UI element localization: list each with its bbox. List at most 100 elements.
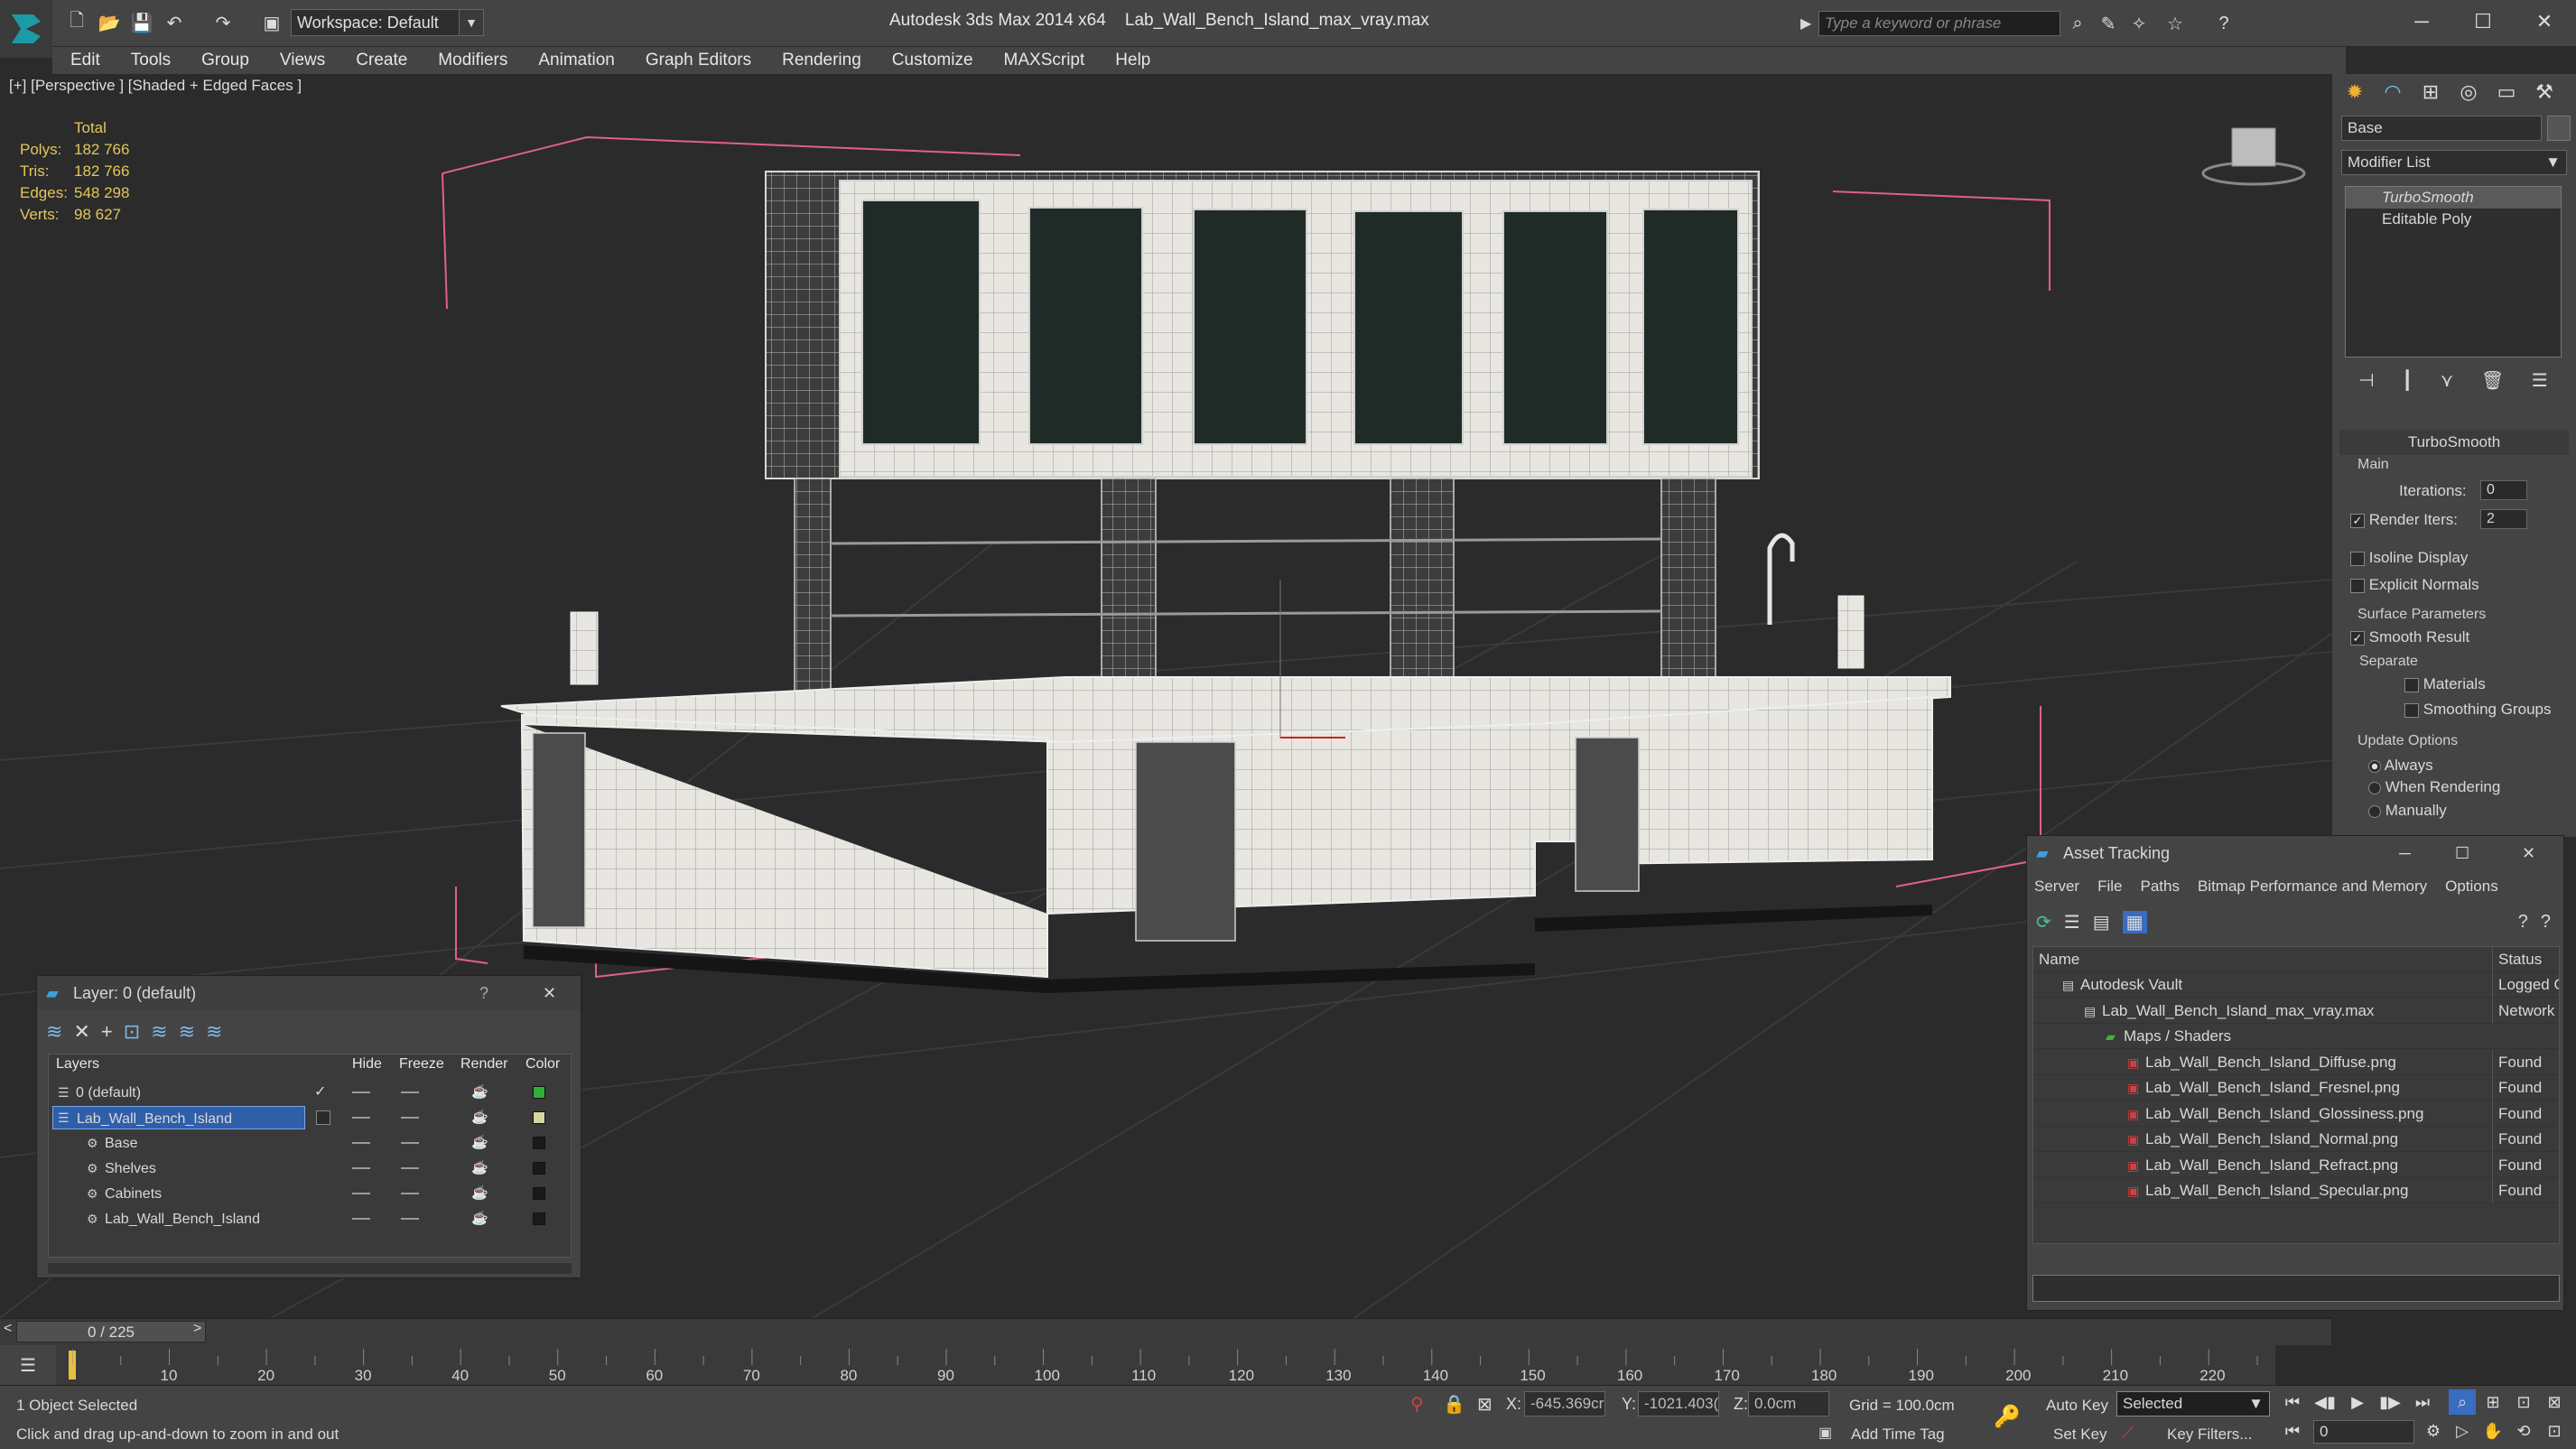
freeze-toggle[interactable] bbox=[401, 1218, 419, 1220]
layer-name[interactable]: 0 (default) bbox=[52, 1081, 305, 1104]
go-to-start-icon[interactable]: ⏮ bbox=[2279, 1389, 2306, 1415]
search-input[interactable]: Type a keyword or phrase bbox=[1818, 11, 2060, 36]
smoothing-groups-checkbox[interactable] bbox=[2404, 702, 2419, 718]
render-iters-spinner[interactable]: 2 bbox=[2480, 509, 2527, 529]
zoom-extents-icon[interactable]: ⊡ bbox=[2510, 1389, 2537, 1415]
menu-maxscript[interactable]: MAXScript bbox=[1004, 51, 1085, 70]
layer-row[interactable]: Base ⚙ ☕ bbox=[49, 1130, 571, 1156]
workspace-dropdown[interactable]: Workspace: Default bbox=[291, 9, 460, 36]
time-tag-icon[interactable]: ▣ bbox=[1818, 1424, 1832, 1442]
layer-row[interactable]: Shelves ⚙ ☕ bbox=[49, 1156, 571, 1181]
key-selection-dropdown[interactable]: Selected ▼ bbox=[2116, 1391, 2270, 1416]
orbit-icon[interactable]: ⟲ bbox=[2510, 1418, 2537, 1444]
layer-name[interactable]: Lab_Wall_Bench_Island bbox=[52, 1106, 305, 1129]
hide-toggle[interactable] bbox=[352, 1167, 370, 1169]
hide-toggle[interactable] bbox=[352, 1091, 370, 1093]
turbosmooth-rollout-header[interactable]: TurboSmooth bbox=[2339, 430, 2569, 455]
undo-icon[interactable]: ↶ bbox=[161, 9, 188, 36]
menu-rendering[interactable]: Rendering bbox=[782, 51, 861, 70]
zoom-all-icon[interactable]: ⊞ bbox=[2479, 1389, 2506, 1415]
make-current-checkbox[interactable] bbox=[316, 1110, 330, 1125]
hide-toggle[interactable] bbox=[352, 1218, 370, 1220]
lock-selection-icon[interactable]: 🔒 bbox=[1443, 1393, 1465, 1416]
prev-frame-icon[interactable]: < bbox=[4, 1321, 12, 1337]
render-teapot-icon[interactable]: ☕ bbox=[471, 1156, 488, 1181]
freeze-all-icon[interactable]: ≋ bbox=[206, 1020, 222, 1044]
delete-layer-icon[interactable]: ✕ bbox=[73, 1020, 89, 1044]
select-objects-icon[interactable]: ⊡ bbox=[124, 1020, 140, 1044]
col-color[interactable]: Color bbox=[525, 1056, 560, 1073]
layer-name[interactable]: Shelves bbox=[81, 1156, 334, 1180]
menu-group[interactable]: Group bbox=[201, 51, 249, 70]
tree-view-icon[interactable]: ▤ bbox=[2093, 911, 2110, 933]
set-keys-key-icon[interactable]: 🔑 bbox=[1994, 1404, 2021, 1430]
modifier-list-dropdown[interactable]: Modifier List ▼ bbox=[2341, 150, 2567, 175]
maximize-icon[interactable]: ☐ bbox=[2455, 836, 2469, 870]
zoom-extents-all-icon[interactable]: ⊠ bbox=[2541, 1389, 2568, 1415]
layer-row[interactable]: Cabinets ⚙ ☕ bbox=[49, 1181, 571, 1206]
iterations-spinner[interactable]: 0 bbox=[2480, 480, 2527, 500]
absolute-mode-icon[interactable]: ⊠ bbox=[1477, 1393, 1493, 1416]
asset-menu-options[interactable]: Options bbox=[2445, 878, 2498, 901]
help-icon[interactable]: ? bbox=[2210, 11, 2237, 36]
asset-window-titlebar[interactable]: ▰ Asset Tracking ─ ☐ ✕ bbox=[2027, 836, 2563, 870]
freeze-toggle[interactable] bbox=[401, 1167, 419, 1169]
search-help-icon[interactable]: ? bbox=[2541, 912, 2551, 933]
layer-row[interactable]: Lab_Wall_Bench_Island ☰ ☕ bbox=[49, 1105, 571, 1130]
object-color-swatch[interactable] bbox=[2547, 116, 2571, 141]
update-always-radio[interactable] bbox=[2368, 759, 2381, 773]
viewport-label[interactable]: [+] [Perspective ] [Shaded + Edged Faces… bbox=[9, 77, 302, 95]
z-coordinate-field[interactable]: 0.0cm bbox=[1748, 1391, 1829, 1416]
track-bar[interactable]: ☰ 10 20 30 40 50 60 70 80 90 100 110 120 130 140 150 16… bbox=[0, 1345, 2275, 1385]
layer-color-swatch[interactable] bbox=[533, 1212, 545, 1225]
key-mode-icon[interactable]: ⏮ bbox=[2279, 1418, 2306, 1444]
menu-help[interactable]: Help bbox=[1115, 51, 1150, 70]
asset-row[interactable]: ▤ Autodesk Vault Logged O bbox=[2033, 972, 2559, 998]
asset-row[interactable]: ▣ Lab_Wall_Bench_Island_Fresnel.png Found bbox=[2033, 1075, 2559, 1101]
asset-menu-bitmap[interactable]: Bitmap Performance and Memory bbox=[2198, 878, 2427, 901]
render-teapot-icon[interactable]: ☕ bbox=[471, 1080, 488, 1105]
col-render[interactable]: Render bbox=[460, 1056, 507, 1073]
layer-color-swatch[interactable] bbox=[533, 1086, 545, 1099]
search-arrow-icon[interactable]: ▶ bbox=[1800, 14, 1811, 33]
make-unique-icon[interactable]: ⋎ bbox=[2441, 369, 2454, 392]
next-frame-icon[interactable]: > bbox=[193, 1321, 201, 1337]
layer-row[interactable]: Lab_Wall_Bench_Island ⚙ ☕ bbox=[49, 1206, 571, 1231]
close-icon[interactable]: ✕ bbox=[543, 976, 556, 1010]
field-of-view-icon[interactable]: ▷ bbox=[2449, 1418, 2476, 1444]
explicit-normals-checkbox[interactable] bbox=[2350, 578, 2365, 593]
close-icon[interactable]: ✕ bbox=[2522, 836, 2535, 870]
table-view-icon[interactable]: ▦ bbox=[2122, 910, 2147, 933]
communication-icon[interactable]: ✧ bbox=[2125, 11, 2153, 36]
layer-color-swatch[interactable] bbox=[533, 1111, 545, 1124]
highlight-selected-icon[interactable]: ≋ bbox=[151, 1020, 167, 1044]
freeze-toggle[interactable] bbox=[401, 1091, 419, 1093]
current-frame-field[interactable]: 0 bbox=[2313, 1420, 2414, 1444]
smooth-result-checkbox[interactable] bbox=[2350, 630, 2365, 646]
layer-color-swatch[interactable] bbox=[533, 1187, 545, 1200]
open-file-icon[interactable]: 📂 bbox=[96, 9, 123, 36]
layer-row[interactable]: 0 (default) ☰ ☕ ✓ bbox=[49, 1080, 571, 1105]
asset-row[interactable]: ▣ Lab_Wall_Bench_Island_Normal.png Found bbox=[2033, 1127, 2559, 1152]
help-icon[interactable]: ? bbox=[479, 976, 488, 1010]
subscription-icon[interactable]: ✎ bbox=[2095, 11, 2122, 36]
freeze-toggle[interactable] bbox=[401, 1142, 419, 1144]
menu-customize[interactable]: Customize bbox=[892, 51, 973, 70]
render-teapot-icon[interactable]: ☕ bbox=[471, 1105, 488, 1130]
asset-menu-file[interactable]: File bbox=[2097, 878, 2122, 901]
viewcube-icon[interactable] bbox=[2201, 127, 2306, 186]
display-tab-icon[interactable]: ▭ bbox=[2489, 78, 2524, 107]
asset-row[interactable]: ▣ Lab_Wall_Bench_Island_Glossiness.png Fou… bbox=[2033, 1101, 2559, 1127]
utilities-tab-icon[interactable]: ⚒ bbox=[2527, 78, 2562, 107]
x-coordinate-field[interactable]: -645.369cr bbox=[1524, 1391, 1605, 1416]
minimize-icon[interactable]: ─ bbox=[2396, 7, 2447, 36]
motion-tab-icon[interactable]: ◎ bbox=[2451, 78, 2486, 107]
menu-graph-editors[interactable]: Graph Editors bbox=[646, 51, 751, 70]
maximize-icon[interactable]: ☐ bbox=[2458, 7, 2508, 36]
hide-toggle[interactable] bbox=[352, 1142, 370, 1144]
stack-item-editable-poly[interactable]: Editable Poly bbox=[2346, 209, 2561, 230]
layer-name[interactable]: Lab_Wall_Bench_Island bbox=[81, 1207, 334, 1231]
layer-scrollbar[interactable] bbox=[48, 1263, 572, 1274]
update-when-rendering-radio[interactable] bbox=[2368, 781, 2381, 794]
zoom-icon[interactable]: ⌕ bbox=[2449, 1389, 2476, 1415]
